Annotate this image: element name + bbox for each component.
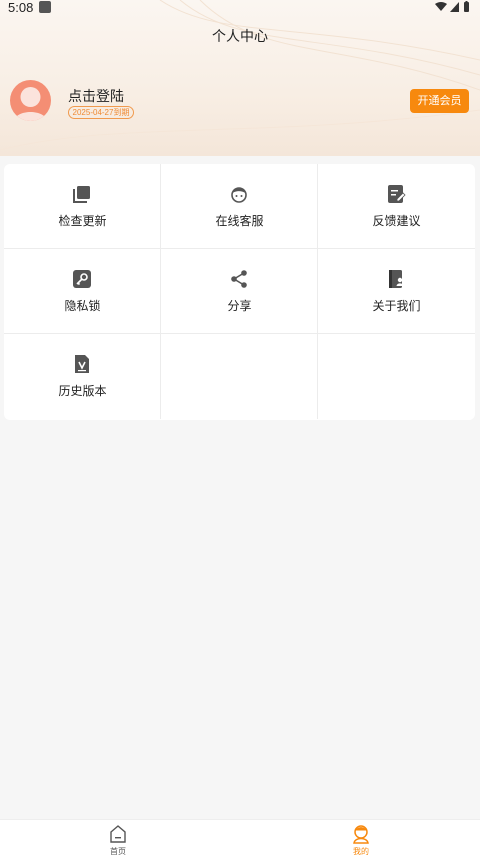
signal-icon — [450, 2, 459, 12]
expire-badge: 2025-04-27到期 — [68, 106, 134, 119]
grid-item-label: 分享 — [227, 299, 252, 313]
share-icon — [231, 270, 247, 288]
grid-item-online-service[interactable]: 在线客服 — [161, 164, 318, 249]
open-vip-button[interactable]: 开通会员 — [410, 89, 469, 113]
user-icon — [353, 825, 369, 844]
grid-item-label: 检查更新 — [58, 214, 107, 228]
header-wave-decoration — [0, 0, 480, 151]
grid-empty-cell — [318, 334, 475, 419]
grid-empty-cell — [161, 334, 318, 419]
grid-item-label: 在线客服 — [215, 214, 264, 228]
grid-item-label: 关于我们 — [372, 299, 421, 313]
status-time: 5:08 — [8, 0, 34, 15]
grid-item-share[interactable]: 分享 — [161, 249, 318, 334]
feedback-edit-icon — [388, 185, 406, 203]
copy-icon — [73, 186, 90, 203]
avatar[interactable] — [10, 80, 51, 121]
customer-service-icon — [231, 187, 247, 203]
battery-icon — [464, 2, 469, 12]
login-link[interactable]: 点击登陆 — [68, 86, 124, 106]
home-icon — [110, 825, 126, 843]
nav-label-mine: 我的 — [353, 847, 369, 856]
grid-item-history-version[interactable]: 历史版本 — [4, 334, 161, 419]
grid-item-label: 历史版本 — [58, 384, 107, 398]
nav-item-home[interactable]: 首页 — [88, 822, 148, 857]
grid-item-label: 隐私锁 — [64, 299, 101, 313]
function-grid: 检查更新 在线客服 反馈建议 隐私锁 分享 关于我们 历史版本 — [4, 164, 475, 420]
about-book-icon — [389, 270, 404, 288]
nav-item-mine[interactable]: 我的 — [331, 822, 391, 857]
wifi-icon — [435, 2, 447, 11]
status-bar: 5:08 — [0, 0, 480, 20]
page-title: 个人中心 — [212, 29, 268, 45]
avatar-person-icon — [14, 87, 47, 121]
grid-item-about-us[interactable]: 关于我们 — [318, 249, 475, 334]
bottom-nav: 首页 我的 — [0, 819, 480, 857]
grid-item-label: 反馈建议 — [372, 214, 421, 228]
notification-icon — [39, 1, 51, 13]
grid-item-privacy-lock[interactable]: 隐私锁 — [4, 249, 161, 334]
profile-header: 5:08 个人中心 点击登陆 2025-04-27到期 开通会员 — [0, 0, 480, 156]
grid-item-check-update[interactable]: 检查更新 — [4, 164, 161, 249]
key-icon — [73, 270, 91, 288]
version-file-icon — [75, 355, 89, 373]
grid-item-feedback[interactable]: 反馈建议 — [318, 164, 475, 249]
status-icons — [435, 1, 469, 12]
nav-label-home: 首页 — [110, 847, 126, 856]
